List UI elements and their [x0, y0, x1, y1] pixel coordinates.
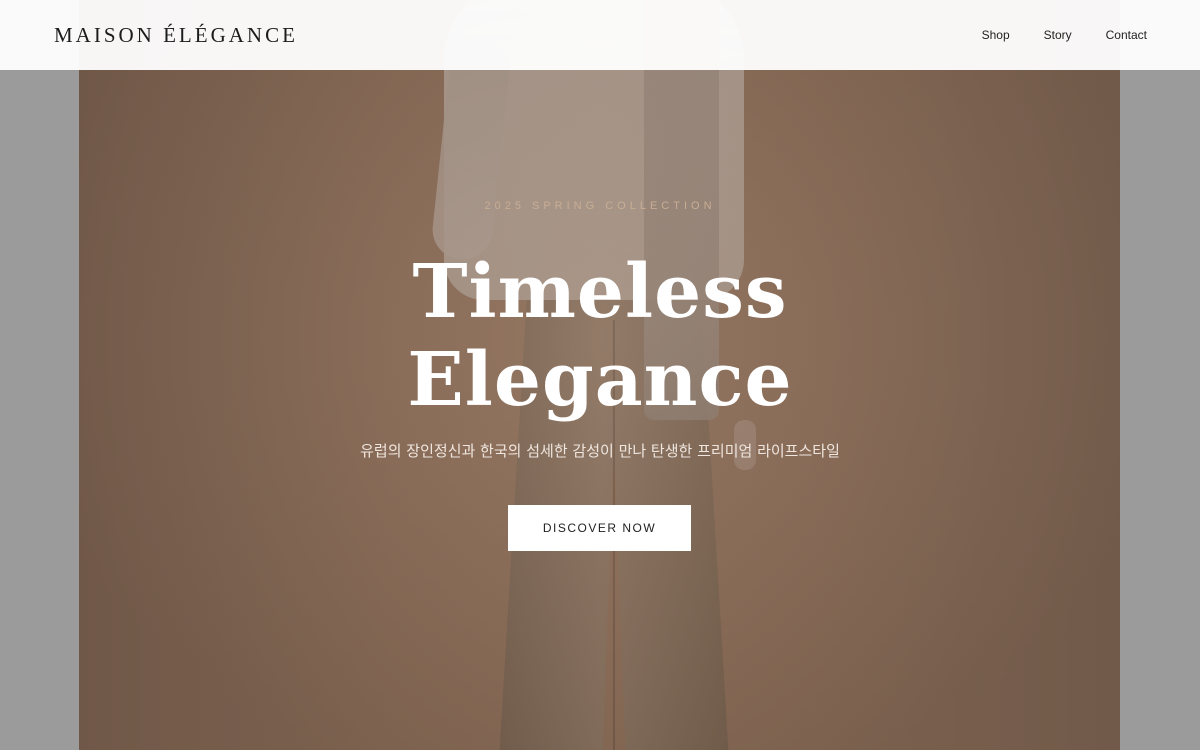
hero-subtitle: 유럽의 장인정신과 한국의 섬세한 감성이 만나 탄생한 프리미엄 라이프스타일 — [360, 442, 840, 460]
discover-now-button[interactable]: DISCOVER NOW — [508, 505, 691, 551]
nav-link-story[interactable]: Story — [1044, 28, 1072, 42]
main-nav: Shop Story Contact — [982, 28, 1147, 42]
nav-link-shop[interactable]: Shop — [982, 28, 1010, 42]
hero-title-line-2: Elegance — [407, 337, 793, 423]
hero-title: Timeless Elegance — [0, 248, 1200, 424]
hero-content: 2025 SPRING COLLECTION Timeless Elegance… — [0, 0, 1200, 750]
site-header: MAISON ÉLÉGANCE Shop Story Contact — [0, 0, 1200, 70]
brand-logo[interactable]: MAISON ÉLÉGANCE — [54, 23, 298, 48]
nav-link-contact[interactable]: Contact — [1106, 28, 1147, 42]
hero-title-line-1: Timeless — [412, 249, 788, 335]
collection-eyebrow: 2025 SPRING COLLECTION — [484, 200, 716, 212]
